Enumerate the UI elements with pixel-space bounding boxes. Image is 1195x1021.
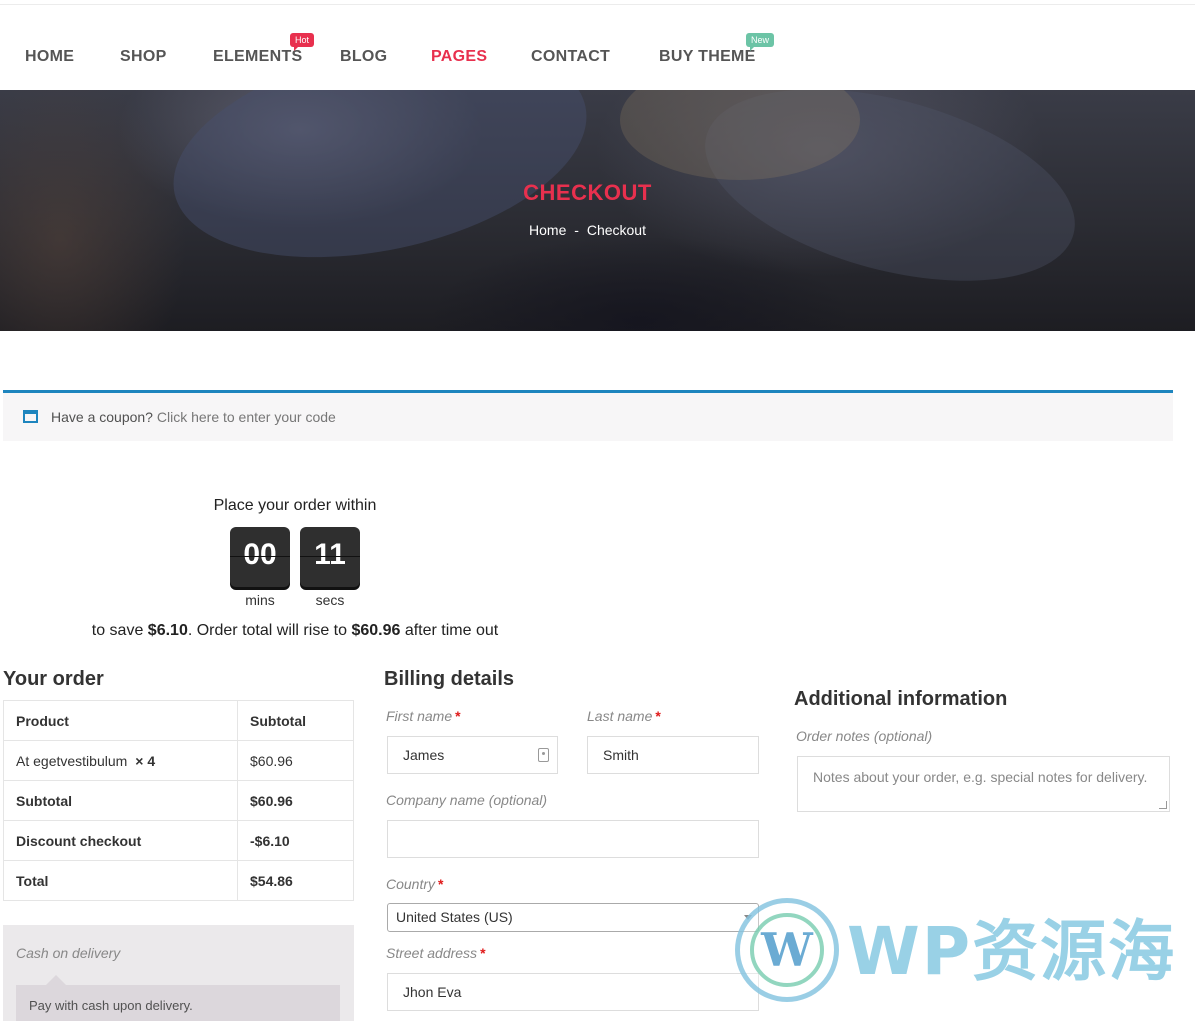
wordpress-logo-letter: W [750, 913, 824, 987]
save-middle: . Order total will rise to [187, 622, 352, 639]
street-address-label-text: Street address [386, 945, 478, 961]
countdown-minutes: 00 [230, 527, 290, 587]
hot-badge: Hot [290, 33, 315, 51]
nav-blog[interactable]: BLOG [340, 48, 387, 66]
countdown-seconds: 11 [300, 527, 360, 587]
table-row: Discount checkout -$6.10 [3, 820, 354, 861]
order-notes-placeholder: Notes about your order, e.g. special not… [813, 769, 1148, 785]
nav-home[interactable]: HOME [25, 48, 74, 66]
first-name-field[interactable]: James [387, 736, 558, 774]
table-row: At egetvestibulum × 4 $60.96 [3, 740, 354, 781]
coupon-link[interactable]: Click here to enter your code [157, 409, 336, 425]
required-mark: * [438, 876, 444, 892]
street-address-field[interactable]: Jhon Eva [387, 973, 759, 1011]
table-header-row: Product Subtotal [3, 700, 354, 741]
product-quantity: × 4 [135, 752, 156, 769]
coupon-notice: Have a coupon? Click here to enter your … [3, 390, 1173, 441]
subtotal-label: Subtotal [3, 780, 238, 821]
total-value: $54.86 [237, 860, 354, 901]
order-notes-field[interactable]: Notes about your order, e.g. special not… [797, 756, 1170, 812]
breadcrumb: Home - Checkout [0, 222, 1175, 238]
required-mark: * [480, 945, 486, 961]
required-mark: * [655, 708, 661, 724]
first-name-value: James [403, 747, 445, 763]
new-total: $60.96 [351, 622, 401, 639]
order-table: Product Subtotal At egetvestibulum × 4 $6… [3, 700, 354, 901]
product-price: $60.96 [237, 740, 354, 781]
subtotal-value: $60.96 [237, 780, 354, 821]
product-cell: At egetvestibulum × 4 [3, 740, 238, 781]
breadcrumb-separator: - [574, 222, 579, 238]
order-notes-label: Order notes (optional) [796, 728, 933, 744]
last-name-label-text: Last name [587, 708, 653, 724]
nav-contact[interactable]: CONTACT [531, 48, 610, 66]
coupon-text: Have a coupon? Click here to enter your … [51, 409, 336, 425]
nav-buy-theme[interactable]: BUY THEME [659, 48, 756, 66]
your-order-heading: Your order [3, 668, 104, 690]
nav-elements[interactable]: ELEMENTS [213, 48, 303, 66]
country-label: Country * [386, 876, 443, 892]
country-value: United States (US) [396, 909, 513, 925]
nav-shop[interactable]: SHOP [120, 48, 167, 66]
first-name-label-text: First name [386, 708, 453, 724]
subtotal-header: Subtotal [237, 700, 354, 741]
discount-value: -$6.10 [237, 820, 354, 861]
contact-card-icon[interactable] [538, 748, 549, 762]
main-navigation: HOME SHOP ELEMENTS Hot BLOG PAGES CONTAC… [0, 5, 1195, 90]
product-name: At egetvestibulum [16, 752, 128, 769]
watermark: W WP资源海 [735, 898, 1180, 1003]
discount-label: Discount checkout [3, 820, 238, 861]
new-badge: New [746, 33, 775, 51]
breadcrumb-home[interactable]: Home [529, 222, 566, 238]
wordpress-logo-icon: W [735, 898, 839, 1002]
additional-info-heading: Additional information [794, 688, 1008, 710]
street-address-label: Street address * [386, 945, 486, 961]
last-name-label: Last name * [587, 708, 661, 724]
table-row: Subtotal $60.96 [3, 780, 354, 821]
countdown-seconds-label: secs [315, 592, 345, 608]
save-prefix: to save [91, 622, 148, 639]
total-label: Total [3, 860, 238, 901]
company-name-label: Company name (optional) [386, 792, 548, 808]
country-label-text: Country [386, 876, 436, 892]
payment-description: Pay with cash upon delivery. [16, 975, 340, 1021]
countdown-save-message: to save $6.10. Order total will rise to … [0, 622, 590, 640]
payment-method-cod[interactable]: Cash on delivery [16, 945, 120, 961]
page-title: CHECKOUT [523, 180, 652, 205]
first-name-label: First name * [386, 708, 461, 724]
required-mark: * [455, 708, 461, 724]
nav-pages[interactable]: PAGES [431, 48, 487, 66]
page-hero: CHECKOUT Home - Checkout [0, 90, 1195, 331]
window-icon [23, 410, 38, 423]
save-amount: $6.10 [147, 622, 188, 639]
save-suffix: after time out [400, 622, 499, 639]
country-select[interactable]: United States (US) [387, 903, 759, 932]
resize-handle-icon[interactable] [1159, 801, 1167, 809]
company-name-field[interactable] [387, 820, 759, 858]
last-name-field[interactable]: Smith [587, 736, 759, 774]
product-header: Product [3, 700, 238, 741]
billing-heading: Billing details [384, 668, 515, 690]
table-row: Total $54.86 [3, 860, 354, 901]
coupon-prompt: Have a coupon? [51, 409, 153, 425]
payment-methods: Cash on delivery Pay with cash upon deli… [3, 925, 354, 1021]
countdown-minutes-label: mins [245, 592, 275, 608]
breadcrumb-current: Checkout [586, 222, 646, 238]
countdown-title: Place your order within [213, 497, 377, 514]
watermark-text: WP资源海 [847, 913, 1177, 990]
